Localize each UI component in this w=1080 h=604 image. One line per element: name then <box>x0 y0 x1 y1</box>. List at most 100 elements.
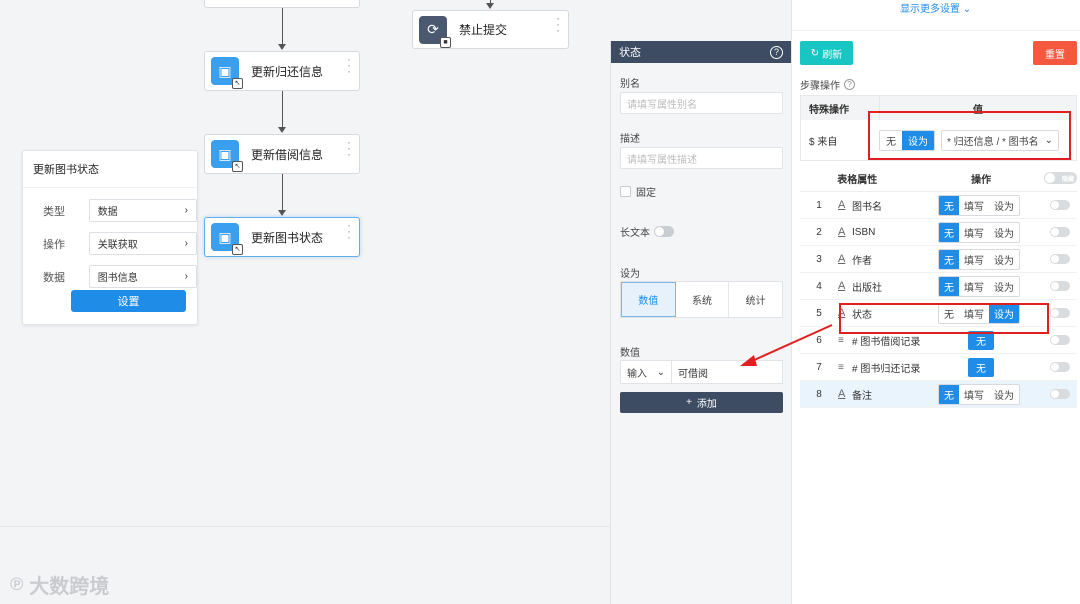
op-none[interactable]: 无 <box>939 195 959 215</box>
op-none[interactable]: 无 <box>939 249 959 269</box>
toggle-switch[interactable] <box>1050 227 1070 237</box>
flow-node-partial[interactable] <box>204 0 360 8</box>
step-ops-text: 步骤操作 <box>800 81 840 92</box>
value-type-select[interactable]: 输入 ⌄ <box>620 360 672 384</box>
settings-button[interactable]: 设置 <box>71 290 186 312</box>
setas-option-value[interactable]: 数值 <box>621 282 676 317</box>
toggle-switch[interactable] <box>1050 281 1070 291</box>
flow-node-update-book-status[interactable]: ▣ ↖ 更新图书状态 · · · <box>204 217 360 257</box>
op-segmented: 无填写 设为 <box>938 221 1020 243</box>
row-hide-toggle[interactable] <box>1050 389 1070 399</box>
toggle-switch[interactable] <box>1050 362 1070 372</box>
op-none[interactable]: 无 <box>939 384 959 404</box>
table-row[interactable]: 4 A 出版社 无填写 设为 <box>800 273 1077 300</box>
toggle-switch[interactable] <box>1050 308 1070 318</box>
flow-node-update-return[interactable]: ▣ ↖ 更新归还信息 · · · <box>204 51 360 91</box>
add-button[interactable]: + 添加 <box>620 392 783 413</box>
op-set[interactable]: 设为 <box>989 384 1019 404</box>
row-hide-toggle[interactable] <box>1050 254 1070 264</box>
config-panel: 显示更多设置 ⌄ ↻ 刷新 重置 步骤操作 ? 特殊操作 值 $ 来自 无 设为… <box>791 0 1080 604</box>
table-row[interactable]: 8 A 备注 无填写 设为 <box>800 381 1077 408</box>
toggle-switch[interactable] <box>1050 200 1070 210</box>
toggle-switch[interactable] <box>1050 389 1070 399</box>
setas-label: 设为 <box>620 269 640 280</box>
operation-select[interactable]: 关联获取 › <box>88 232 197 255</box>
fixed-checkbox[interactable]: 固定 <box>620 184 656 199</box>
connector-arrow <box>278 44 286 50</box>
longtext-toggle[interactable] <box>654 226 674 237</box>
op-fill[interactable]: 填写 <box>959 276 989 296</box>
row-hide-toggle[interactable] <box>1050 200 1070 210</box>
hide-all-toggle[interactable]: 隐藏 <box>1043 172 1077 184</box>
property-panel: 状态 ? 别名 请填写属性别名 描述 请填写属性描述 固定 长文本 设为 数值 … <box>610 41 791 604</box>
more-icon[interactable]: · · · <box>347 53 351 77</box>
op-fill[interactable]: 填写 <box>959 195 989 215</box>
row-hide-toggle[interactable] <box>1050 335 1070 345</box>
text-field-icon: A <box>838 253 846 265</box>
chevron-right-icon: › <box>184 205 188 216</box>
table-row[interactable]: 3 A 作者 无填写 设为 <box>800 246 1077 273</box>
row-ops: 无填写 设为 <box>938 248 1038 270</box>
op-none[interactable]: 无 <box>939 276 959 296</box>
setas-option-stat[interactable]: 统计 <box>729 282 782 317</box>
row-hide-toggle[interactable] <box>1050 281 1070 291</box>
data-select[interactable]: 图书信息 › <box>88 265 197 288</box>
row-ops: 无填写 设为 <box>938 194 1038 216</box>
op-set[interactable]: 设为 <box>989 276 1019 296</box>
connector-arrow <box>278 127 286 133</box>
annotation-box-status-row <box>839 303 1049 334</box>
op-fill[interactable]: 填写 <box>959 249 989 269</box>
canvas-divider <box>0 526 612 527</box>
checkbox-box[interactable] <box>620 186 631 197</box>
more-icon[interactable]: · · · <box>347 136 351 160</box>
value-row: 输入 ⌄ 可借阅 <box>620 360 783 384</box>
node-info-card: 更新图书状态 类型 数据 › 操作 关联获取 › 数据 图书信息 › 设置 <box>22 150 198 325</box>
help-icon[interactable]: ? <box>844 79 855 90</box>
logo-icon: ℗ <box>10 574 24 594</box>
card-title: 更新图书状态 <box>23 151 197 188</box>
table-row[interactable]: 7 ≡ # 图书归还记录 无 <box>800 354 1077 381</box>
more-icon[interactable]: · · · <box>556 12 560 36</box>
row-ops: 无填写 设为 <box>938 221 1038 243</box>
op-fill[interactable]: 填写 <box>959 222 989 242</box>
more-icon[interactable]: · · · <box>347 219 351 243</box>
table-row[interactable]: 2 A ISBN 无填写 设为 <box>800 219 1077 246</box>
row-hide-toggle[interactable] <box>1050 227 1070 237</box>
node-label: 更新借阅信息 <box>251 147 324 162</box>
refresh-button[interactable]: ↻ 刷新 <box>800 41 853 65</box>
text-field-icon: A <box>838 226 846 238</box>
op-set[interactable]: 设为 <box>989 195 1019 215</box>
col-op: 操作 <box>971 174 992 186</box>
connector-arrow <box>278 210 286 216</box>
op-set[interactable]: 设为 <box>989 249 1019 269</box>
toggle-switch[interactable] <box>1050 335 1070 345</box>
table-row[interactable]: 1 A 图书名 无填写 设为 <box>800 192 1077 219</box>
op-none[interactable]: 无 <box>968 357 994 377</box>
alias-input[interactable]: 请填写属性别名 <box>620 92 783 114</box>
value-input[interactable]: 可借阅 <box>672 360 783 384</box>
reset-button[interactable]: 重置 <box>1033 41 1077 65</box>
flow-node-update-borrow[interactable]: ▣ ↖ 更新借阅信息 · · · <box>204 134 360 174</box>
connector <box>282 8 283 44</box>
cube-icon: ▣ ↖ <box>211 140 243 172</box>
panel-header: 状态 ? <box>611 41 791 63</box>
row-hide-toggle[interactable] <box>1050 362 1070 372</box>
more-settings-label: 显示更多设置 <box>900 4 960 15</box>
setas-option-system[interactable]: 系统 <box>676 282 730 317</box>
more-settings-link[interactable]: 显示更多设置 ⌄ <box>900 0 971 15</box>
flow-canvas[interactable]: ▣ ↖ 更新归还信息 · · · ▣ ↖ 更新借阅信息 · · · ▣ ↖ 更新图书状态 · ·… <box>0 0 612 604</box>
text-field-icon: A <box>838 199 846 211</box>
help-icon[interactable]: ? <box>770 45 783 59</box>
op-set[interactable]: 设为 <box>989 222 1019 242</box>
op-fill[interactable]: 填写 <box>959 384 989 404</box>
flow-node-block-submit[interactable]: ⟳ ■ 禁止提交 · · · <box>412 10 569 49</box>
list-field-icon: ≡ <box>838 334 844 346</box>
op-none[interactable]: 无 <box>939 222 959 242</box>
row-name: 作者 <box>852 255 872 267</box>
desc-input[interactable]: 请填写属性描述 <box>620 147 783 169</box>
type-select[interactable]: 数据 › <box>88 199 197 222</box>
row-name: # 图书借阅记录 <box>852 336 921 348</box>
card-row-label: 类型 <box>43 205 65 218</box>
row-hide-toggle[interactable] <box>1050 308 1070 318</box>
toggle-switch[interactable] <box>1050 254 1070 264</box>
